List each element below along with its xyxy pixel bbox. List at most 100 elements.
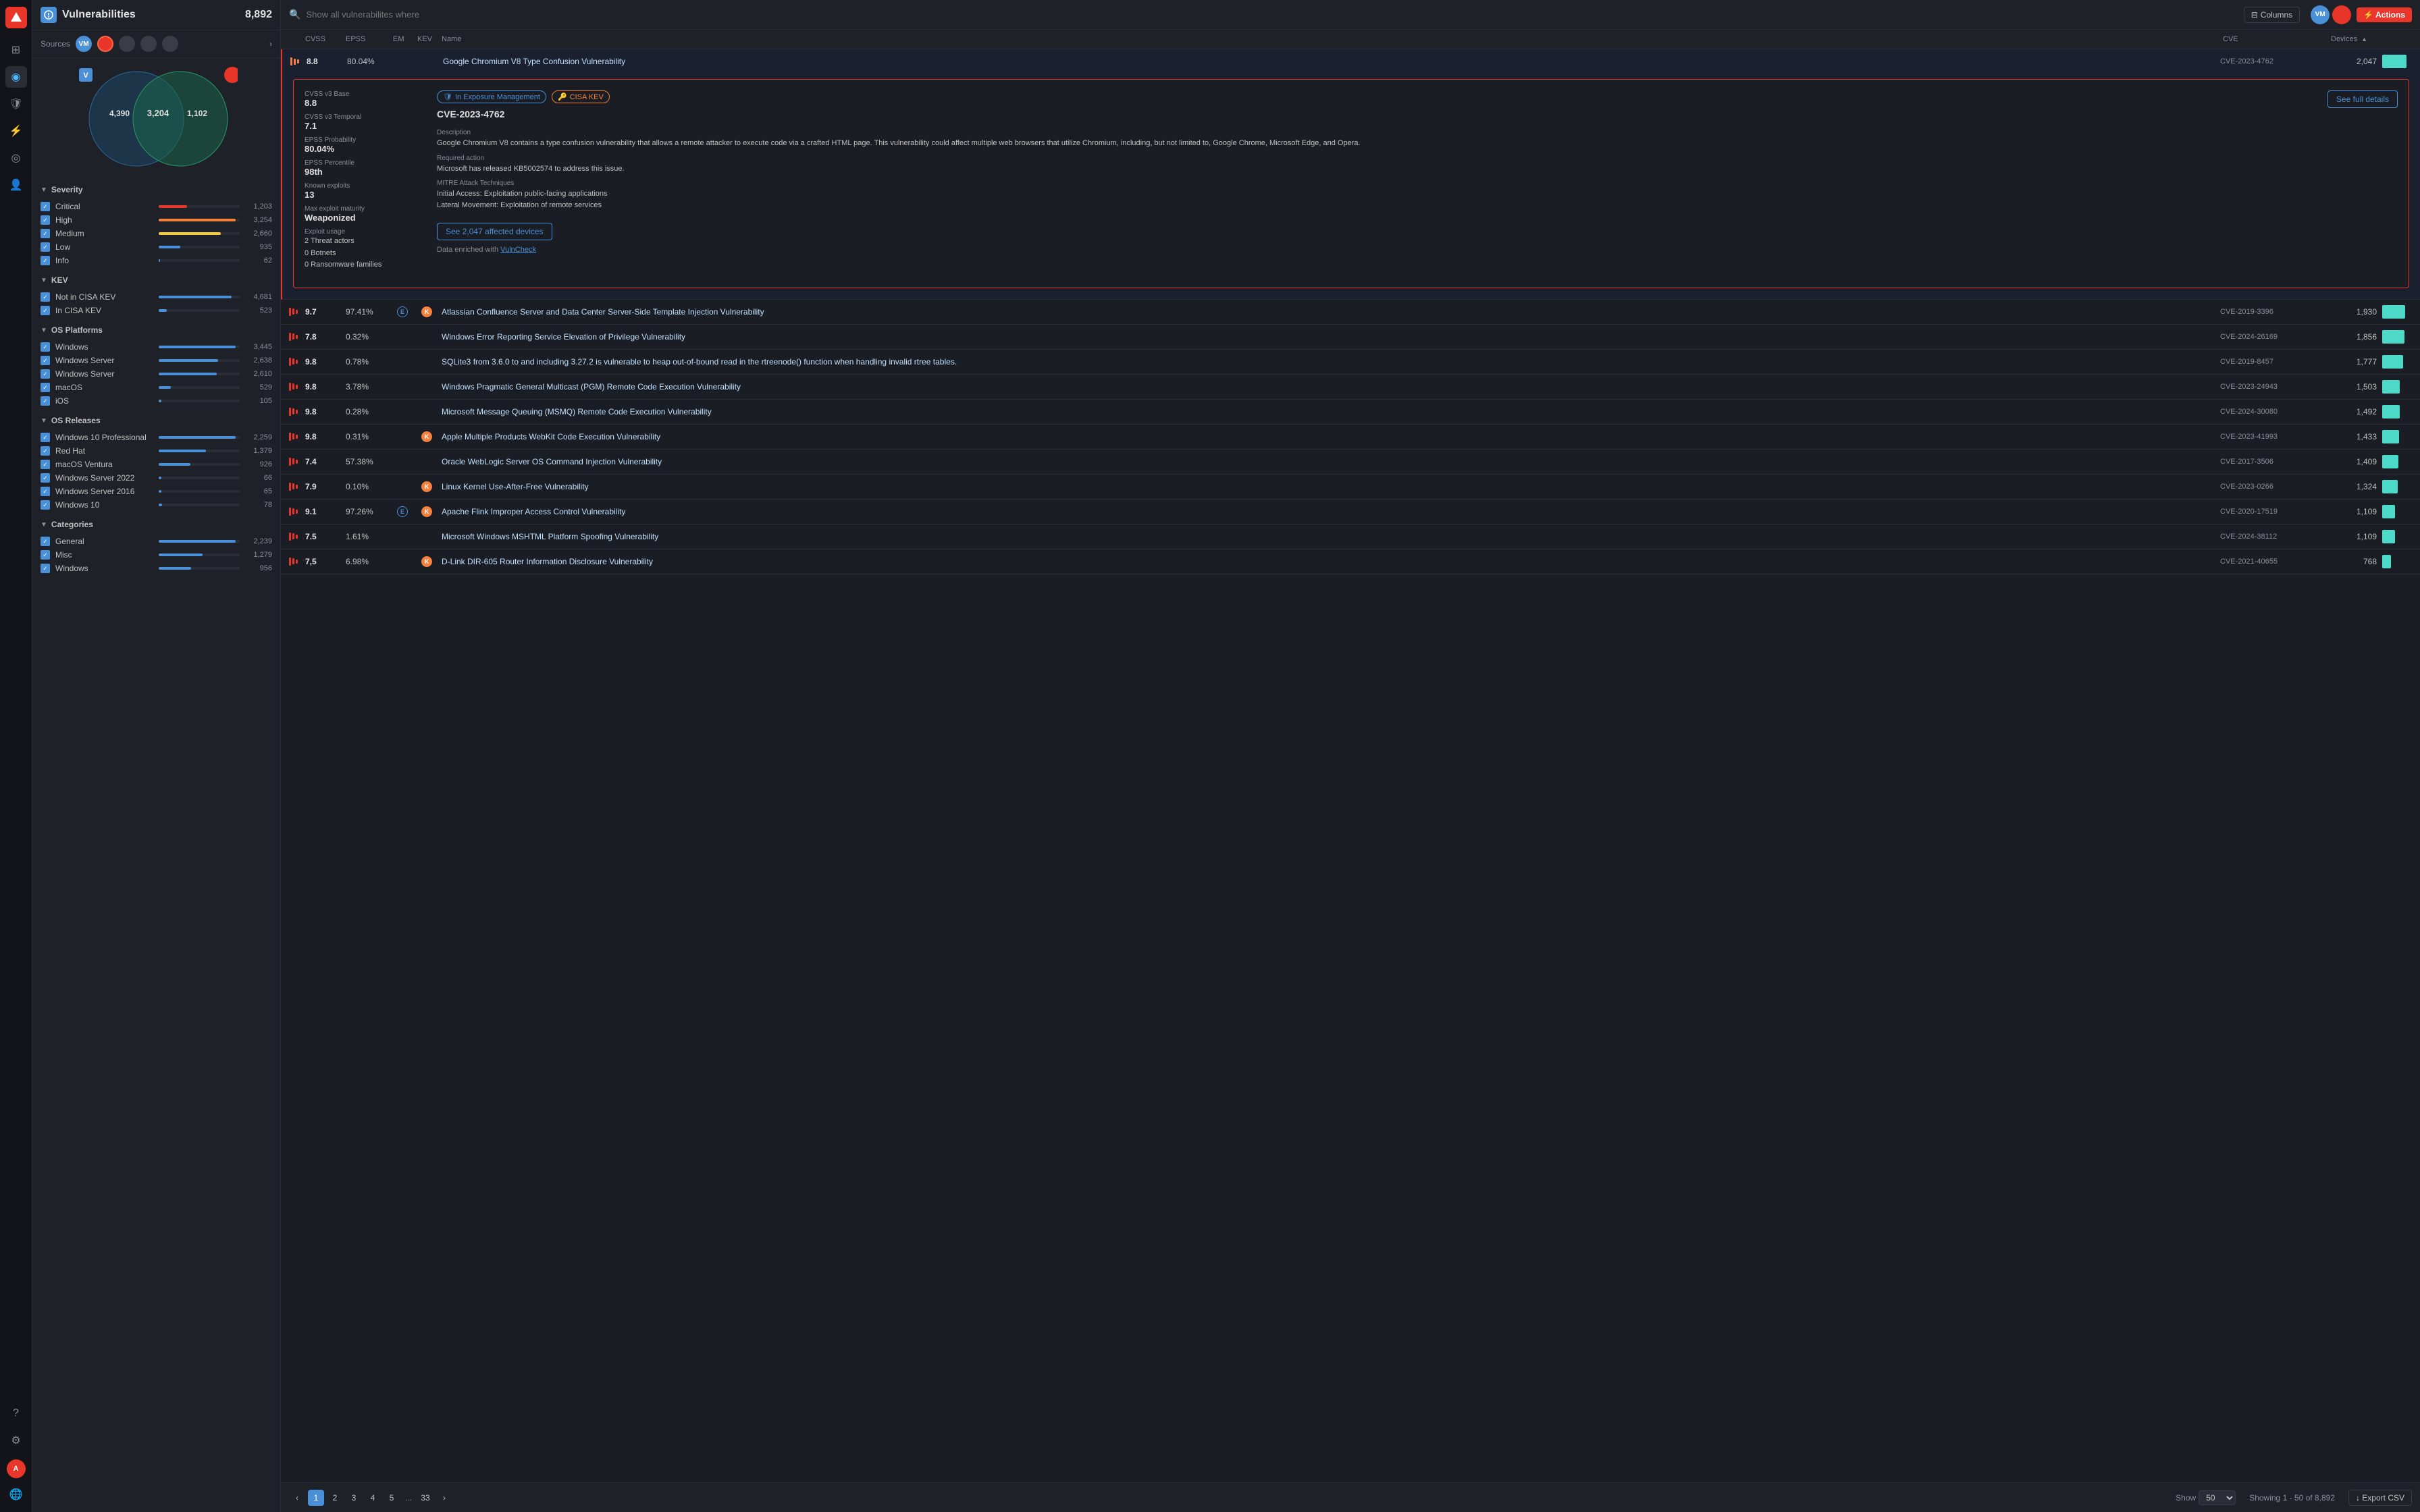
row-cvss: 9.8 — [302, 357, 343, 367]
row-cve: CVE-2021-40655 — [2220, 558, 2328, 566]
source-gray1-badge[interactable] — [119, 36, 135, 52]
search-input[interactable] — [306, 9, 2238, 20]
filter-windows-cat-count: 956 — [245, 564, 272, 572]
col-epss[interactable]: EPSS — [343, 35, 390, 43]
nav-globe[interactable]: 🌐 — [5, 1484, 27, 1505]
table-row[interactable]: 7.9 0.10% K Linux Kernel Use-After-Free … — [281, 475, 2420, 500]
col-cvss[interactable]: CVSS — [302, 35, 343, 43]
filter-windows-cat-checkbox[interactable] — [41, 564, 50, 573]
row-cve: CVE-2024-26169 — [2220, 333, 2328, 341]
detail-panel-wrapper: CVSS v3 Base 8.8 CVSS v3 Temporal 7.1 EP… — [282, 74, 2420, 299]
filter-macos-checkbox[interactable] — [41, 383, 50, 392]
table-row[interactable]: 9.7 97.41% E K Atlassian Confluence Serv… — [281, 300, 2420, 325]
nav-help[interactable]: ? — [5, 1403, 27, 1424]
show-label: Show — [2176, 1493, 2196, 1503]
col-devices[interactable]: Devices ▲ — [2328, 35, 2382, 43]
filter-low-count: 935 — [245, 243, 272, 251]
show-count-select[interactable]: 50 100 25 — [2199, 1490, 2236, 1505]
filter-macos-ventura-checkbox[interactable] — [41, 460, 50, 469]
os-releases-section-header[interactable]: ▼ OS Releases — [41, 416, 272, 425]
source-gray3-badge[interactable] — [162, 36, 178, 52]
categories-section-header[interactable]: ▼ Categories — [41, 520, 272, 529]
page-1-button[interactable]: 1 — [308, 1490, 324, 1506]
col-em[interactable]: EM — [390, 35, 415, 43]
filter-in-kev-checkbox[interactable] — [41, 306, 50, 315]
table-row[interactable]: 9.8 0.31% K Apple Multiple Products WebK… — [281, 425, 2420, 450]
filter-medium-checkbox[interactable] — [41, 229, 50, 238]
filter-windows-checkbox[interactable] — [41, 342, 50, 352]
filter-win10pro: Windows 10 Professional 2,259 — [41, 431, 272, 444]
filter-not-kev-checkbox[interactable] — [41, 292, 50, 302]
sbar — [296, 435, 298, 439]
page-last-button[interactable]: 33 — [417, 1490, 433, 1506]
source-gray2-badge[interactable] — [140, 36, 157, 52]
table-row[interactable]: 7.5 1.61% Microsoft Windows MSHTML Platf… — [281, 524, 2420, 549]
source-vm-badge[interactable]: VM — [76, 36, 92, 52]
filter-ios-checkbox[interactable] — [41, 396, 50, 406]
filter-redhat-checkbox[interactable] — [41, 446, 50, 456]
nav-vulnerabilities[interactable]: ◉ — [5, 66, 27, 88]
nav-grid[interactable]: ⊞ — [5, 39, 27, 61]
prev-page-button[interactable]: ‹ — [289, 1490, 305, 1506]
filter-win10pro-checkbox[interactable] — [41, 433, 50, 442]
detail-cve-id: CVE-2023-4762 — [437, 109, 610, 119]
filter-misc-checkbox[interactable] — [41, 550, 50, 560]
kev-icon: K — [421, 481, 432, 492]
detail-actions-row: See 2,047 affected devices — [437, 217, 2398, 240]
filter-ws2016-checkbox[interactable] — [41, 487, 50, 496]
source-red-badge[interactable] — [97, 36, 113, 52]
nav-users[interactable]: 👤 — [5, 174, 27, 196]
table-row[interactable]: 9.8 3.78% Windows Pragmatic General Mult… — [281, 375, 2420, 400]
severity-section-header[interactable]: ▼ Severity — [41, 185, 272, 194]
filter-low-checkbox[interactable] — [41, 242, 50, 252]
export-csv-button[interactable]: ↓ Export CSV — [2348, 1490, 2412, 1506]
filter-critical-checkbox[interactable] — [41, 202, 50, 211]
detail-max-exploit-label: Max exploit maturity — [305, 205, 426, 213]
selected-table-row[interactable]: 8.8 80.04% Google Chromium V8 Type Confu… — [282, 49, 2420, 74]
col-name[interactable]: Name — [439, 35, 2220, 43]
table-row[interactable]: 9.1 97.26% E K Apache Flink Improper Acc… — [281, 500, 2420, 524]
vulncheck-link[interactable]: VulnCheck — [500, 246, 536, 254]
filter-high-bar-container — [159, 219, 240, 221]
nav-shield[interactable]: 🛡 — [5, 93, 27, 115]
filter-high-checkbox[interactable] — [41, 215, 50, 225]
filter-general-checkbox[interactable] — [41, 537, 50, 546]
table-row[interactable]: 7,5 6.98% K D-Link DIR-605 Router Inform… — [281, 549, 2420, 574]
nav-bolt[interactable]: ⚡ — [5, 120, 27, 142]
table-row[interactable]: 7.4 57.38% Oracle WebLogic Server OS Com… — [281, 450, 2420, 475]
table-row[interactable]: 7.8 0.32% Windows Error Reporting Servic… — [281, 325, 2420, 350]
filter-info-checkbox[interactable] — [41, 256, 50, 265]
page-5-button[interactable]: 5 — [384, 1490, 400, 1506]
nav-settings[interactable]: ⚙ — [5, 1430, 27, 1451]
row-vuln-name: Apache Flink Improper Access Control Vul… — [439, 507, 2220, 516]
col-cve[interactable]: CVE — [2220, 35, 2328, 43]
see-affected-button[interactable]: See 2,047 affected devices — [437, 223, 552, 240]
see-full-details-button[interactable]: See full details — [2327, 90, 2398, 108]
kev-section-header[interactable]: ▼ KEV — [41, 275, 272, 285]
table-row[interactable]: 9.8 0.78% SQLite3 from 3.6.0 to and incl… — [281, 350, 2420, 375]
page-3-button[interactable]: 3 — [346, 1490, 362, 1506]
table-row[interactable]: 9.8 0.28% Microsoft Message Queuing (MSM… — [281, 400, 2420, 425]
next-page-button[interactable]: › — [436, 1490, 452, 1506]
filter-win10-checkbox[interactable] — [41, 500, 50, 510]
os-platforms-section-header[interactable]: ▼ OS Platforms — [41, 325, 272, 335]
filter-windows-server1-checkbox[interactable] — [41, 356, 50, 365]
row-vuln-name: Apple Multiple Products WebKit Code Exec… — [439, 432, 2220, 441]
pagination: ‹ 1 2 3 4 5 ... 33 › — [289, 1490, 452, 1506]
page-4-button[interactable]: 4 — [365, 1490, 381, 1506]
row-severity-indicator — [289, 333, 302, 341]
col-action — [2382, 35, 2412, 43]
filter-windows-server2-checkbox[interactable] — [41, 369, 50, 379]
actions-button[interactable]: ⚡ Actions — [2357, 7, 2412, 22]
filter-ws2022-checkbox[interactable] — [41, 473, 50, 483]
col-kev[interactable]: KEV — [415, 35, 439, 43]
columns-button[interactable]: ⊟ Columns — [2244, 7, 2300, 23]
row-kev: K — [415, 481, 439, 492]
row-epss: 0.28% — [343, 407, 390, 416]
page-2-button[interactable]: 2 — [327, 1490, 343, 1506]
row-epss: 0.10% — [343, 482, 390, 491]
nav-target[interactable]: ◎ — [5, 147, 27, 169]
sources-expand-arrow[interactable]: › — [269, 39, 272, 49]
filter-medium-bar — [159, 232, 221, 235]
user-avatar[interactable]: A — [7, 1459, 26, 1478]
